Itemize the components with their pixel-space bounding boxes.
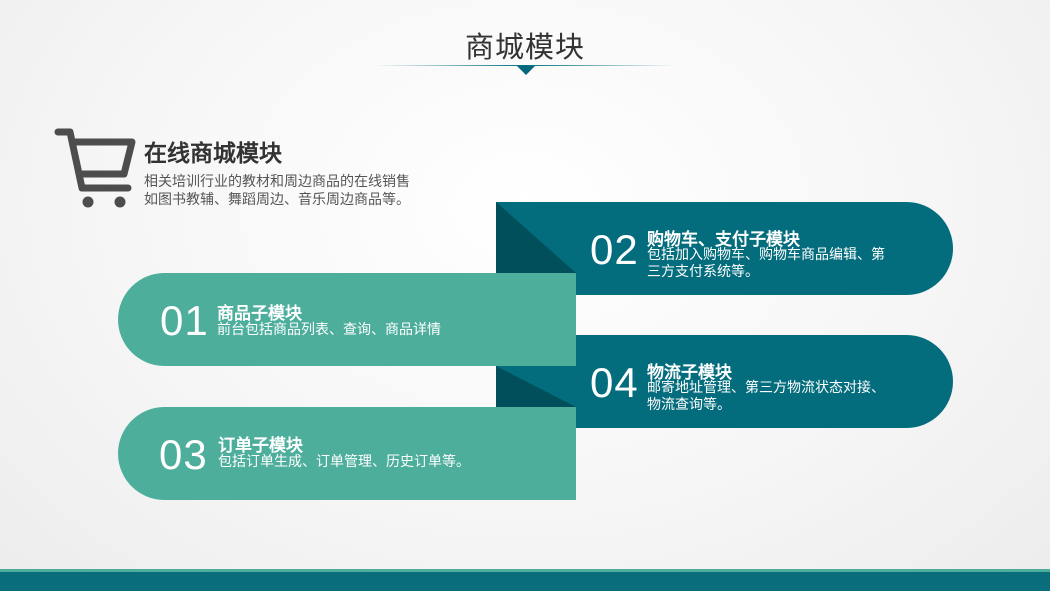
intro-desc-line: 相关培训行业的教材和周边商品的在线销售: [144, 174, 410, 190]
module-desc-line: 三方支付系统等。: [647, 264, 759, 280]
module-title: 商品子模块: [217, 304, 302, 324]
title-arrow-marker: [517, 66, 535, 75]
module-number: 04: [590, 359, 639, 406]
module-desc-line: 包括加入购物车、购物车商品编辑、第: [647, 247, 885, 263]
intro-desc-line: 如图书教辅、舞蹈周边、音乐周边商品等。: [144, 192, 410, 208]
footer-bar: [0, 572, 1050, 591]
fold-shadow-04: [496, 366, 576, 407]
module-number: 03: [159, 431, 208, 478]
module-desc-line: 物流查询等。: [647, 397, 731, 413]
module-desc-line: 前台包括商品列表、查询、商品详情: [217, 322, 441, 338]
module-number: 02: [590, 226, 639, 273]
fold-shadow-02: [496, 202, 576, 273]
intro-description: 相关培训行业的教材和周边商品的在线销售 如图书教辅、舞蹈周边、音乐周边商品等。: [144, 173, 444, 209]
module-desc-line: 邮寄地址管理、第三方物流状态对接、: [647, 380, 885, 396]
module-title: 订单子模块: [218, 436, 303, 456]
module-number: 01: [160, 297, 209, 344]
shopping-cart-icon: [54, 128, 136, 208]
module-desc-line: 包括订单生成、订单管理、历史订单等。: [218, 454, 470, 470]
intro-title: 在线商城模块: [144, 141, 282, 167]
page-title: 商城模块: [464, 30, 585, 64]
